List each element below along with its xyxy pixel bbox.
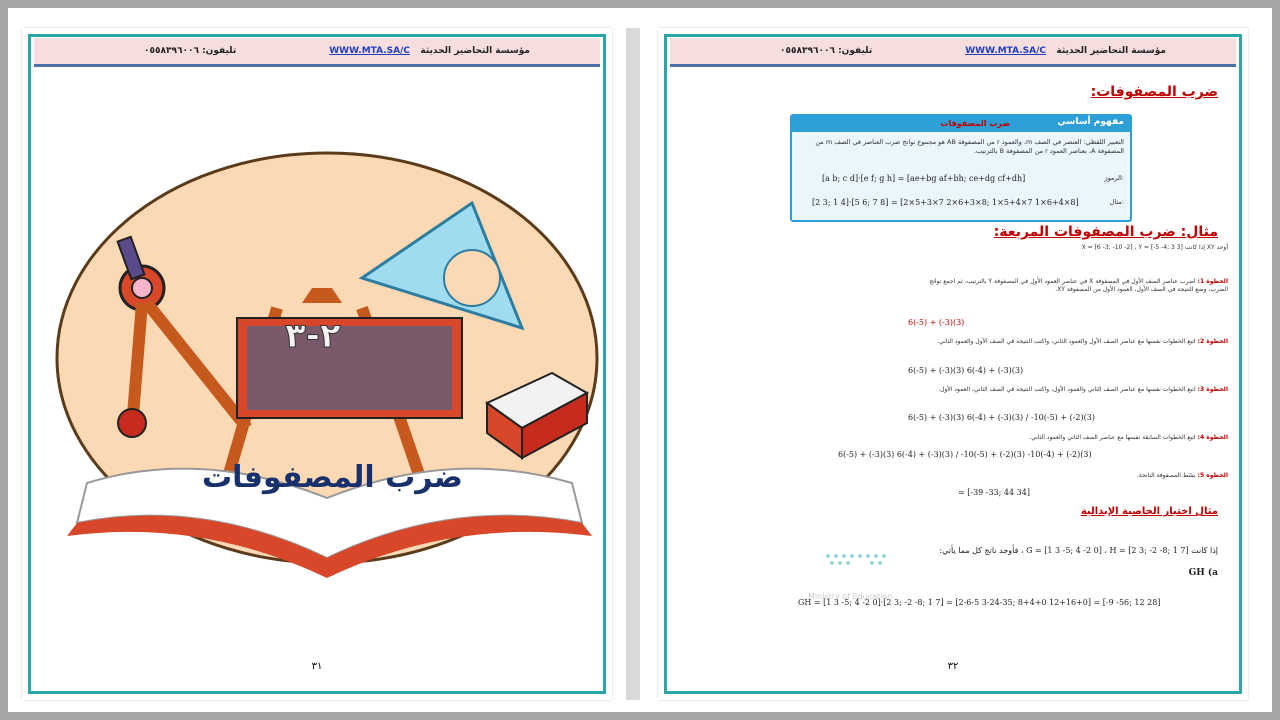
key-concept-box: مفهوم أساسي ضرب المصفوفات التعبير اللفظي… xyxy=(790,114,1132,222)
section-title: ضرب المصفوفات: xyxy=(1090,84,1218,100)
example-title: مثال: ضرب المصفوفات المربعة: xyxy=(993,224,1218,240)
right-page: مؤسسة التحاضير الحديثة WWW.MTA.SA/C تليف… xyxy=(658,28,1248,700)
page-gutter xyxy=(626,28,640,700)
test-part: GH (a xyxy=(1188,568,1218,578)
step-4: الخطوة 4: اتبع الخطوات السابقة نفسها مع … xyxy=(1029,434,1228,441)
step-5-result: = [-39 -33; 44 34] xyxy=(958,488,1030,497)
step-3: الخطوة 3: اتبع الخطوات نفسها مع عناصر ال… xyxy=(938,386,1228,393)
cover-illustration xyxy=(55,151,599,578)
page-header: مؤسسة التحاضير الحديثة WWW.MTA.SA/C تليف… xyxy=(34,38,600,67)
page-header: مؤسسة التحاضير الحديثة WWW.MTA.SA/C تليف… xyxy=(670,38,1236,67)
institution-name: مؤسسة التحاضير الحديثة xyxy=(1056,46,1166,56)
step-2: الخطوة 2: اتبع الخطوات نفسها مع عناصر ال… xyxy=(937,338,1228,345)
cover-title: ضرب المصفوفات xyxy=(202,460,463,495)
example-intro: أوجد XY إذا كانت X = [6 -3; -10 -2] ، Y … xyxy=(1081,244,1228,251)
ministry-name: Ministry of Education xyxy=(808,592,893,601)
page-number: ٣١ xyxy=(311,661,323,672)
page-number: ٣٢ xyxy=(947,661,959,672)
example-label: مثال: xyxy=(1109,198,1124,206)
step-1: الخطوة 1: اضرب عناصر الصف الأول في المصف… xyxy=(929,278,1228,293)
lesson-number: ٢-٣ xyxy=(285,316,342,357)
concept-tag: مفهوم أساسي xyxy=(1057,117,1124,127)
document-viewer: مؤسسة التحاضير الحديثة WWW.MTA.SA/C تليف… xyxy=(8,8,1272,712)
phone-number: تليفون: ٠٥٥٨٣٩٦٠٠٦ xyxy=(144,46,237,56)
left-page: مؤسسة التحاضير الحديثة WWW.MTA.SA/C تليف… xyxy=(22,28,612,700)
symbols-formula: [a b; c d]·[e f; g h] = [ae+bg af+bh; ce… xyxy=(822,174,1026,183)
concept-subtitle: ضرب المصفوفات xyxy=(940,119,1010,128)
concept-text: التعبير اللفظي: العنصر في الصف m، والعمو… xyxy=(815,138,1124,155)
website-link[interactable]: WWW.MTA.SA/C xyxy=(965,46,1046,56)
institution-name: مؤسسة التحاضير الحديثة xyxy=(420,46,530,56)
ministry-logo: Ministry of Education xyxy=(808,548,918,601)
step-5: الخطوة 5: بسّط المصفوفة الناتجة. xyxy=(1136,472,1228,479)
step-3-result: 6(-5) + (-3)(3) 6(-4) + (-3)(3) / -10(-5… xyxy=(908,413,1095,422)
step-2-result: 6(-5) + (-3)(3) 6(-4) + (-3)(3) xyxy=(908,366,1024,375)
step-1-result: 6(-5) + (-3)(3) xyxy=(908,318,965,327)
phone-number: تليفون: ٠٥٥٨٣٩٦٠٠٦ xyxy=(780,46,873,56)
symbols-label: الرموز: xyxy=(1104,174,1124,182)
website-link[interactable]: WWW.MTA.SA/C xyxy=(329,46,410,56)
step-4-result: 6(-5) + (-3)(3) 6(-4) + (-3)(3) / -10(-5… xyxy=(838,450,1092,459)
example-formula: [2 3; 1 4]·[5 6; 7 8] = [2×5+3×7 2×6+3×8… xyxy=(812,198,1079,207)
test-title: مثال اختبار الخاصية الإبدالية xyxy=(1080,506,1218,517)
ministry-logo-icon xyxy=(826,554,886,565)
